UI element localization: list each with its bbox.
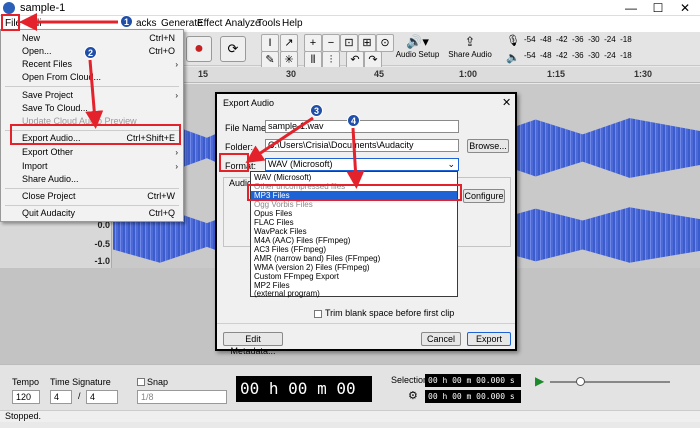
time-sig-denominator[interactable]: 4 <box>86 390 118 404</box>
time-sig-numerator[interactable]: 4 <box>50 390 72 404</box>
step-badge: 1 <box>120 15 133 28</box>
selection-start[interactable]: 00 h 00 m 00.000 s <box>425 374 521 387</box>
selection-settings-icon[interactable]: ⚙ <box>408 389 418 402</box>
selection-end[interactable]: 00 h 00 m 00.000 s <box>425 390 521 403</box>
status-bar: Stopped. <box>0 410 700 422</box>
time-sig-slash: / <box>78 391 81 401</box>
selection-label: Selection <box>391 375 429 385</box>
time-display[interactable]: 00 h 00 m 00 s <box>236 376 372 424</box>
arrow-step-4 <box>346 127 365 189</box>
slider-handle[interactable] <box>576 377 585 386</box>
bottom-toolbar: Tempo 120 Time Signature 4 / 4 Snap 1/8 … <box>0 364 700 424</box>
arrow-step-2 <box>85 59 104 129</box>
time-signature-label: Time Signature <box>50 377 111 387</box>
tempo-label: Tempo <box>12 377 40 387</box>
play-speed-slider[interactable] <box>550 381 670 383</box>
snap-label: Snap <box>147 377 169 387</box>
arrow-step-3 <box>245 116 314 163</box>
annotation-arrows <box>19 13 365 189</box>
step-badge: 3 <box>310 104 323 117</box>
play-at-speed-icon[interactable]: ▶ <box>535 374 544 388</box>
snap-select[interactable]: 1/8 <box>137 390 227 404</box>
step-badge: 4 <box>347 114 360 127</box>
step-badge: 2 <box>84 46 97 59</box>
tempo-input[interactable]: 120 <box>12 390 40 404</box>
snap-checkbox[interactable] <box>137 378 145 386</box>
